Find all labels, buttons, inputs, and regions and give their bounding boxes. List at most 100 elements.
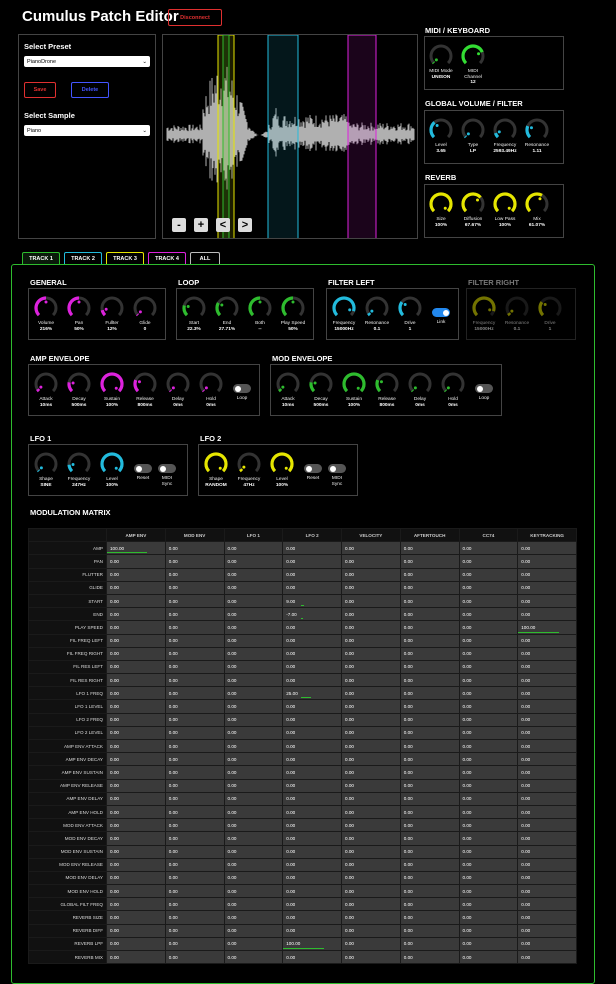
matrix-cell[interactable]: 0.00	[517, 673, 577, 688]
matrix-cell[interactable]: 0.00	[223, 949, 284, 965]
loop-toggle[interactable]: Loop	[473, 384, 495, 402]
drive-knob[interactable]: Drive 1	[397, 295, 423, 332]
matrix-cell[interactable]: 0.00	[164, 699, 225, 714]
matrix-cell[interactable]: 0.00	[164, 870, 225, 886]
matrix-cell[interactable]: 0.00	[282, 541, 342, 556]
matrix-cell[interactable]: 0.00	[223, 699, 284, 714]
matrix-cell[interactable]: 0.00	[223, 844, 284, 859]
matrix-cell[interactable]: 0.00	[517, 699, 577, 714]
matrix-cell[interactable]: 0.00	[399, 659, 460, 675]
zoom-out-button[interactable]: -	[172, 218, 186, 232]
matrix-cell[interactable]: 0.00	[517, 831, 577, 846]
matrix-cell[interactable]: 100.00	[517, 620, 577, 635]
matrix-cell[interactable]: 0.00	[282, 949, 342, 965]
frequency-knob[interactable]: Frequency 15000Hz	[331, 295, 357, 332]
matrix-cell[interactable]: 0.00	[164, 673, 225, 688]
matrix-cell[interactable]: 0.00	[223, 818, 284, 833]
matrix-cell[interactable]: 0.00	[223, 712, 284, 727]
tab-track-4[interactable]: TRACK 4	[148, 252, 186, 264]
matrix-cell[interactable]: 0.00	[282, 554, 342, 569]
volume-knob[interactable]: Volume 216%	[33, 295, 59, 332]
size-knob[interactable]: Size 100%	[428, 191, 454, 228]
matrix-cell[interactable]: 0.00	[106, 646, 166, 661]
knob-dial[interactable]	[181, 295, 207, 321]
glide-knob[interactable]: Glide 0	[132, 295, 158, 332]
scroll-left-button[interactable]: <	[216, 218, 230, 232]
matrix-cell[interactable]: 0.00	[282, 778, 342, 793]
matrix-cell[interactable]: 0.00	[517, 791, 577, 806]
matrix-cell[interactable]: 0.00	[341, 752, 401, 767]
matrix-cell[interactable]: 0.00	[223, 752, 284, 767]
matrix-cell[interactable]: 0.00	[106, 818, 166, 833]
matrix-cell[interactable]: 0.00	[223, 910, 284, 925]
matrix-cell[interactable]: 0.00	[341, 673, 401, 688]
matrix-cell[interactable]: 0.00	[282, 659, 342, 675]
matrix-cell[interactable]: 0.00	[517, 633, 577, 648]
knob-dial[interactable]	[440, 371, 466, 397]
preset-select[interactable]: PianoDrone ⌄	[24, 56, 150, 67]
matrix-cell[interactable]: 0.00	[399, 580, 460, 595]
matrix-cell[interactable]: 0.00	[164, 567, 225, 582]
matrix-cell[interactable]: 0.00	[282, 765, 342, 780]
matrix-cell[interactable]: 0.00	[458, 673, 519, 688]
matrix-cell[interactable]: 0.00	[106, 554, 166, 569]
matrix-cell[interactable]: 0.00	[223, 541, 284, 556]
matrix-cell[interactable]: 0.00	[458, 620, 519, 635]
knob-dial[interactable]	[428, 191, 454, 217]
matrix-cell[interactable]: 0.00	[106, 857, 166, 872]
knob-dial[interactable]	[33, 295, 59, 321]
matrix-cell[interactable]: 0.00	[282, 646, 342, 661]
knob-dial[interactable]	[492, 191, 518, 217]
matrix-cell[interactable]: 0.00	[106, 686, 166, 701]
knob-dial[interactable]	[99, 371, 125, 397]
matrix-cell[interactable]: 0.00	[399, 686, 460, 701]
matrix-cell[interactable]: 0.00	[164, 791, 225, 806]
matrix-cell[interactable]: 0.00	[282, 738, 342, 754]
matrix-cell[interactable]: 0.00	[164, 580, 225, 595]
matrix-cell[interactable]: 0.00	[458, 857, 519, 872]
matrix-cell[interactable]: 0.00	[458, 910, 519, 925]
matrix-cell[interactable]: 0.00	[517, 818, 577, 833]
waveform-display[interactable]	[163, 35, 418, 239]
knob-dial[interactable]	[492, 117, 518, 143]
matrix-cell[interactable]: 0.00	[399, 936, 460, 952]
matrix-cell[interactable]: 0.00	[517, 541, 577, 556]
matrix-cell[interactable]: 0.00	[341, 870, 401, 886]
knob-dial[interactable]	[397, 295, 423, 321]
frequency-knob[interactable]: Frequency 15000Hz	[471, 295, 497, 332]
matrix-cell[interactable]: 0.00	[458, 936, 519, 952]
matrix-cell[interactable]: 0.00	[223, 646, 284, 661]
resonance-knob[interactable]: Resonance 0.1	[504, 295, 530, 332]
pan-knob[interactable]: Pan 50%	[66, 295, 92, 332]
matrix-cell[interactable]: 0.00	[517, 870, 577, 886]
matrix-cell[interactable]: 0.00	[517, 659, 577, 675]
matrix-cell[interactable]: 0.00	[223, 633, 284, 648]
matrix-cell[interactable]: 0.00	[517, 765, 577, 780]
sample-select[interactable]: Piano ⌄	[24, 125, 150, 136]
matrix-cell[interactable]: 0.00	[399, 646, 460, 661]
knob-dial[interactable]	[364, 295, 390, 321]
matrix-cell[interactable]: 0.00	[282, 699, 342, 714]
matrix-cell[interactable]: 0.00	[458, 765, 519, 780]
matrix-cell[interactable]: 0.00	[164, 725, 225, 741]
matrix-cell[interactable]: 0.00	[164, 831, 225, 846]
attack-knob[interactable]: Attack 10ms	[33, 371, 59, 408]
matrix-cell[interactable]: 0.00	[223, 673, 284, 688]
tab-track-3[interactable]: TRACK 3	[106, 252, 144, 264]
matrix-cell[interactable]: 0.00	[223, 554, 284, 569]
matrix-cell[interactable]: 0.00	[517, 897, 577, 912]
matrix-cell[interactable]: 0.00	[458, 712, 519, 727]
matrix-cell[interactable]: 0.00	[341, 699, 401, 714]
matrix-cell[interactable]: 0.00	[223, 897, 284, 912]
matrix-cell[interactable]: 0.00	[517, 580, 577, 595]
shape-knob[interactable]: Shape RANDOM	[203, 451, 229, 488]
matrix-cell[interactable]: 0.00	[223, 567, 284, 582]
knob-dial[interactable]	[428, 43, 454, 69]
matrix-cell[interactable]: 0.00	[341, 804, 401, 820]
midi-mode-knob[interactable]: MIDI Mode UNISON	[428, 43, 454, 80]
matrix-cell[interactable]: 0.00	[164, 593, 225, 609]
matrix-cell[interactable]: 0.00	[223, 725, 284, 741]
matrix-cell[interactable]: 0.00	[341, 738, 401, 754]
matrix-cell[interactable]: 0.00	[458, 659, 519, 675]
tab-all[interactable]: ALL	[190, 252, 220, 264]
